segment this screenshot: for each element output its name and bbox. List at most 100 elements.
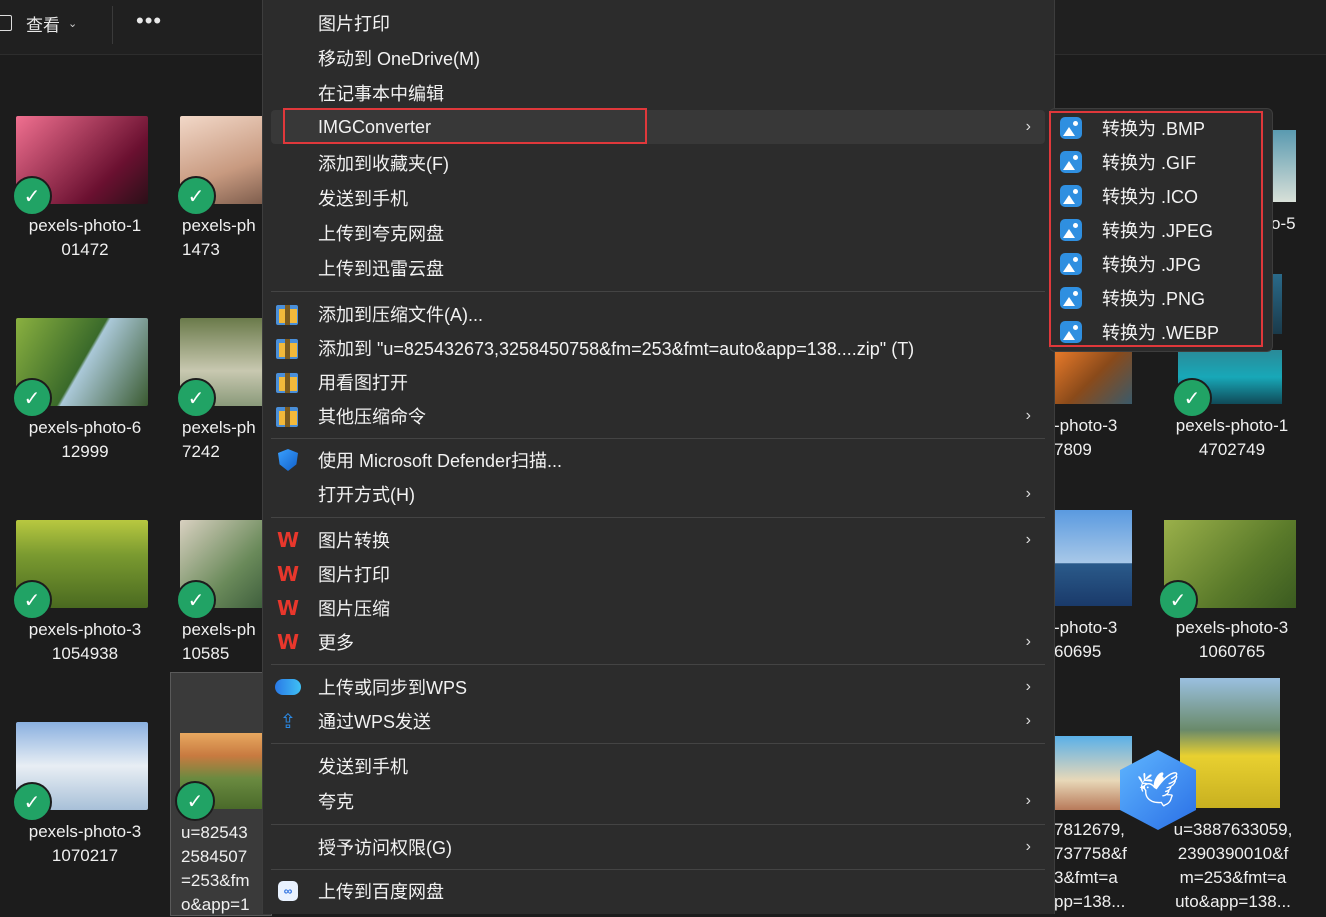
menu-divider xyxy=(271,743,1045,744)
chevron-right-icon: › xyxy=(1025,838,1031,855)
sync-check-icon: ✓ xyxy=(175,781,215,821)
file-name: pexels-photo-1 01472 xyxy=(28,216,142,259)
menu-item-label: 通过WPS发送 xyxy=(318,712,432,732)
wps-icon: W xyxy=(276,562,300,586)
menu-item-label: 图片转换 xyxy=(318,531,390,551)
file-name: u=3887633059, 2390390010&f m=253&fmt=a u… xyxy=(1173,820,1293,911)
menu-item-upload-baidu[interactable]: ∞ 上传到百度网盘 xyxy=(271,874,1045,908)
chevron-right-icon: › xyxy=(1025,678,1031,695)
menu-item-defender-scan[interactable]: 使用 Microsoft Defender扫描... xyxy=(271,443,1045,477)
menu-item-wps-image-compress[interactable]: W 图片压缩 xyxy=(271,591,1045,625)
selected-file-tile[interactable]: ✓ u=82543 2584507 =253&fm o&app=1 xyxy=(170,672,272,916)
thumbnail xyxy=(1272,130,1296,202)
chevron-right-icon: › xyxy=(1025,633,1031,650)
menu-divider xyxy=(271,664,1045,665)
menu-divider xyxy=(271,438,1045,439)
view-button[interactable]: 查看 ⌄ xyxy=(0,8,77,38)
menu-item-image-print[interactable]: 图片打印 xyxy=(271,6,1045,40)
chevron-right-icon: › xyxy=(1025,531,1031,548)
menu-item-label: 打开方式(H) xyxy=(318,485,415,505)
chevron-right-icon: › xyxy=(1025,792,1031,809)
thumbnail xyxy=(1054,510,1132,606)
menu-item-label: 图片打印 xyxy=(318,565,390,585)
chevron-right-icon: › xyxy=(1025,485,1031,502)
sync-check-icon: ✓ xyxy=(12,580,52,620)
sync-check-icon: ✓ xyxy=(1172,378,1212,418)
file-name: pexels-photo-1 4702749 xyxy=(1175,416,1289,459)
menu-item-label: 添加到 "u=825432673,3258450758&fm=253&fmt=a… xyxy=(318,339,915,359)
menu-item-add-favorites[interactable]: 添加到收藏夹(F) xyxy=(271,146,1045,180)
menu-divider xyxy=(271,869,1045,870)
file-name: o-5 xyxy=(1271,214,1296,233)
menu-item-label: 图片压缩 xyxy=(318,599,390,619)
menu-item-send-phone-2[interactable]: 发送到手机 xyxy=(271,749,1045,783)
menu-item-label: 在记事本中编辑 xyxy=(318,84,444,104)
thumbnail xyxy=(1054,352,1132,404)
menu-item-edit-notepad[interactable]: 在记事本中编辑 xyxy=(271,76,1045,110)
menu-item-label: 上传或同步到WPS xyxy=(318,678,468,698)
wps-cloud-icon xyxy=(275,675,301,699)
wps-icon: W xyxy=(276,630,300,654)
menu-item-other-compress[interactable]: 其他压缩命令 › xyxy=(271,399,1045,433)
highlight-box xyxy=(1049,111,1263,347)
menu-item-label: 发送到手机 xyxy=(318,757,408,777)
menu-item-label: 授予访问权限(G) xyxy=(318,838,452,858)
menu-divider xyxy=(271,291,1045,292)
menu-item-add-archive[interactable]: 添加到压缩文件(A)... xyxy=(271,297,1045,331)
menu-item-send-phone[interactable]: 发送到手机 xyxy=(271,181,1045,215)
share-icon: ⇪ xyxy=(279,710,297,733)
winrar-icon xyxy=(275,302,301,326)
menu-item-label: 其他压缩命令 xyxy=(318,407,426,427)
menu-item-label: 添加到收藏夹(F) xyxy=(318,154,449,174)
menu-item-label: 图片打印 xyxy=(318,14,390,34)
menu-item-grant-access[interactable]: 授予访问权限(G) › xyxy=(271,830,1045,864)
sync-check-icon: ✓ xyxy=(12,176,52,216)
sync-check-icon: ✓ xyxy=(1158,580,1198,620)
menu-item-wps-sync[interactable]: 上传或同步到WPS › xyxy=(271,670,1045,704)
menu-item-label: 更多 xyxy=(318,633,354,653)
file-name: u=82543 2584507 =253&fm o&app=1 xyxy=(181,823,250,914)
defender-shield-icon xyxy=(275,448,301,472)
chevron-right-icon: › xyxy=(1025,712,1031,729)
baidu-netdisk-icon: ∞ xyxy=(275,879,301,903)
wps-icon: W xyxy=(276,596,300,620)
file-name: pexels-photo-3 1060765 xyxy=(1175,618,1289,661)
more-options-button[interactable]: ••• xyxy=(136,8,162,34)
menu-item-wps-more[interactable]: W 更多 › xyxy=(271,625,1045,659)
menu-item-add-to-zip[interactable]: 添加到 "u=825432673,3258450758&fm=253&fmt=a… xyxy=(271,331,1045,365)
menu-item-label: 上传到夸克网盘 xyxy=(318,224,444,244)
wps-icon: W xyxy=(276,528,300,552)
menu-item-upload-xunlei[interactable]: 上传到迅雷云盘 xyxy=(271,251,1045,285)
menu-item-label: 使用 Microsoft Defender扫描... xyxy=(318,451,563,471)
sync-check-icon: ✓ xyxy=(12,782,52,822)
menu-divider xyxy=(271,517,1045,518)
winrar-icon xyxy=(275,404,301,428)
menu-item-label: 夸克 xyxy=(318,792,354,812)
sync-check-icon: ✓ xyxy=(176,176,216,216)
menu-item-label: 移动到 OneDrive(M) xyxy=(318,49,481,69)
menu-item-upload-quark[interactable]: 上传到夸克网盘 xyxy=(271,216,1045,250)
file-name: -photo-3 60695 xyxy=(1054,618,1118,661)
menu-item-wps-image-print[interactable]: W 图片打印 xyxy=(271,557,1045,591)
file-name: 7812679, 737758&f 3&fmt=a pp=138... xyxy=(1054,820,1127,911)
menu-item-label: 用看图打开 xyxy=(318,373,408,393)
sync-check-icon: ✓ xyxy=(176,378,216,418)
menu-item-open-viewer[interactable]: 用看图打开 xyxy=(271,365,1045,399)
sync-check-icon: ✓ xyxy=(176,580,216,620)
file-name: -photo-3 7809 xyxy=(1054,416,1118,459)
menu-item-label: 上传到迅雷云盘 xyxy=(318,259,444,279)
chevron-down-icon: ⌄ xyxy=(68,17,78,30)
chevron-right-icon: › xyxy=(1025,118,1031,135)
menu-item-quark[interactable]: 夸克 › xyxy=(271,784,1045,818)
menu-item-wps-image-convert[interactable]: W 图片转换 › xyxy=(271,523,1045,557)
menu-item-move-onedrive[interactable]: 移动到 OneDrive(M) xyxy=(271,41,1045,75)
menu-item-label: 上传到百度网盘 xyxy=(318,882,444,902)
toolbar-divider xyxy=(112,6,113,44)
menu-item-open-with[interactable]: 打开方式(H) › xyxy=(271,477,1045,511)
view-label: 查看 xyxy=(26,15,60,35)
menu-item-wps-send[interactable]: ⇪ 通过WPS发送 › xyxy=(271,704,1045,738)
menu-item-label: 发送到手机 xyxy=(318,189,408,209)
winrar-icon xyxy=(275,336,301,360)
highlight-box xyxy=(283,108,647,144)
view-icon xyxy=(0,15,12,31)
